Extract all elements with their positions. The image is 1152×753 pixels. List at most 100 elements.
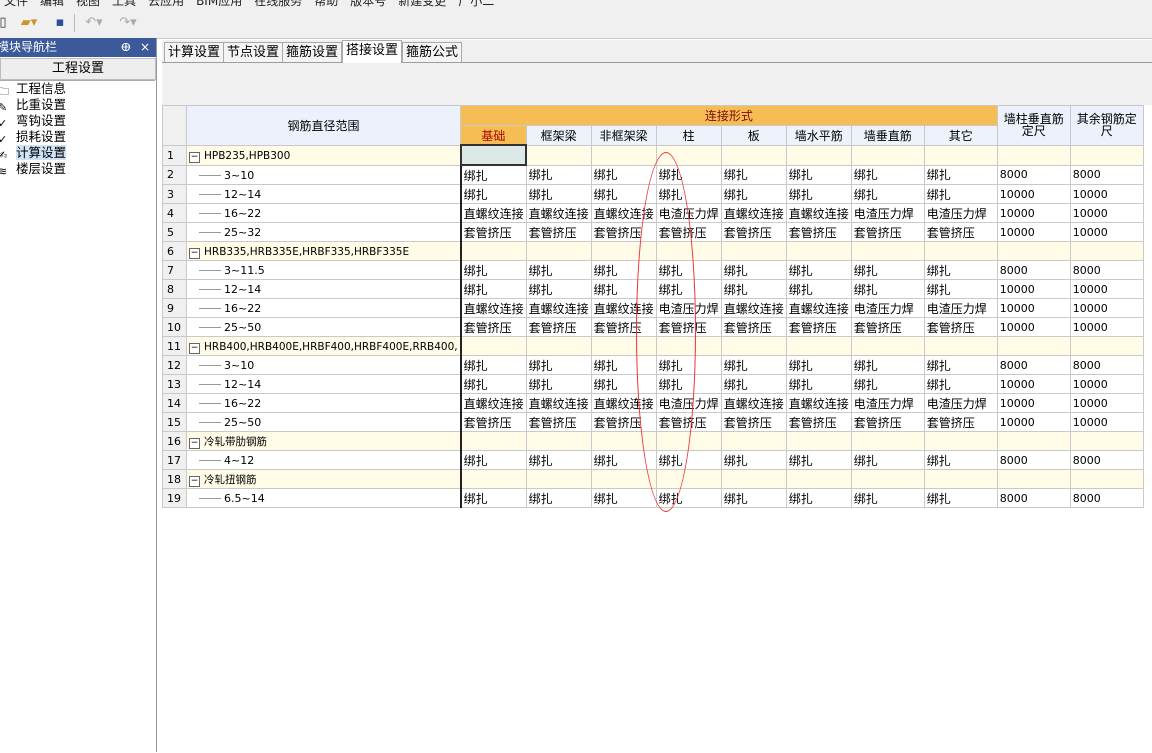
connection-cell[interactable]: 绑扎 bbox=[525, 164, 592, 185]
connection-cell[interactable] bbox=[459, 336, 527, 356]
wall-column-length-cell[interactable] bbox=[996, 469, 1071, 489]
menu-item-1[interactable]: 编辑 bbox=[40, 0, 64, 8]
connection-cell[interactable]: 直螺纹连接 bbox=[525, 298, 592, 318]
nav-item-project-info[interactable]: 🗀 工程信息 bbox=[0, 81, 66, 98]
connection-cell[interactable] bbox=[655, 431, 722, 451]
connection-cell[interactable]: 电渣压力焊 bbox=[655, 203, 722, 223]
connection-cell[interactable] bbox=[720, 144, 787, 166]
group-label-cell[interactable]: − HRB335,HRB335E,HRBF335,HRBF335E bbox=[185, 241, 462, 261]
connection-cell[interactable] bbox=[655, 241, 722, 261]
range-label-cell[interactable]: 25~32 bbox=[185, 222, 462, 242]
connection-cell[interactable]: 绑扎 bbox=[655, 355, 722, 375]
connection-cell[interactable]: 套管挤压 bbox=[850, 412, 925, 432]
connection-cell[interactable]: 绑扎 bbox=[655, 488, 722, 508]
connection-cell[interactable]: 绑扎 bbox=[590, 164, 657, 185]
connection-cell[interactable]: 绑扎 bbox=[655, 374, 722, 394]
connection-cell[interactable]: 套管挤压 bbox=[720, 412, 787, 432]
collapse-icon[interactable]: − bbox=[189, 437, 200, 449]
connection-cell[interactable] bbox=[850, 336, 925, 356]
connection-cell[interactable]: 绑扎 bbox=[720, 355, 787, 375]
connection-cell[interactable] bbox=[850, 144, 925, 166]
connection-cell[interactable] bbox=[785, 431, 852, 451]
connection-cell[interactable]: 直螺纹连接 bbox=[459, 298, 527, 318]
connection-cell[interactable]: 套管挤压 bbox=[655, 317, 722, 337]
other-length-cell[interactable] bbox=[1069, 241, 1144, 261]
range-label-cell[interactable]: 3~10 bbox=[185, 164, 462, 185]
connection-cell[interactable]: 绑扎 bbox=[785, 355, 852, 375]
tab-lap-settings[interactable]: 搭接设置 bbox=[342, 40, 403, 63]
tab-calc-settings[interactable]: 计算设置 bbox=[164, 42, 225, 62]
connection-cell[interactable]: 套管挤压 bbox=[590, 412, 657, 432]
connection-cell[interactable]: 绑扎 bbox=[590, 374, 657, 394]
connection-cell[interactable]: 套管挤压 bbox=[923, 317, 998, 337]
connection-cell[interactable]: 套管挤压 bbox=[655, 222, 722, 242]
connection-cell[interactable]: 绑扎 bbox=[923, 164, 998, 185]
range-label-cell[interactable]: 25~50 bbox=[185, 317, 462, 337]
range-label-cell[interactable]: 12~14 bbox=[185, 279, 462, 299]
connection-cell[interactable]: 套管挤压 bbox=[785, 222, 852, 242]
wall-column-length-cell[interactable] bbox=[996, 431, 1071, 451]
other-length-cell[interactable]: 10000 bbox=[1069, 279, 1144, 299]
connection-cell[interactable] bbox=[590, 144, 657, 166]
connection-cell[interactable]: 绑扎 bbox=[720, 374, 787, 394]
menu-item-7[interactable]: 帮助 bbox=[314, 0, 338, 8]
other-length-cell[interactable] bbox=[1069, 431, 1144, 451]
pin-icon[interactable]: ⴲ bbox=[121, 38, 131, 57]
menu-item-5[interactable]: BIM应用 bbox=[196, 0, 242, 8]
connection-cell[interactable]: 绑扎 bbox=[785, 374, 852, 394]
connection-cell[interactable]: 绑扎 bbox=[923, 488, 998, 508]
connection-cell[interactable] bbox=[720, 469, 787, 489]
connection-cell[interactable]: 绑扎 bbox=[590, 184, 657, 204]
range-label-cell[interactable]: 12~14 bbox=[185, 184, 462, 204]
connection-cell[interactable]: 套管挤压 bbox=[785, 317, 852, 337]
connection-cell[interactable]: 电渣压力焊 bbox=[850, 203, 925, 223]
connection-cell[interactable] bbox=[850, 431, 925, 451]
connection-cell[interactable]: 套管挤压 bbox=[590, 222, 657, 242]
range-label-cell[interactable]: 16~22 bbox=[185, 393, 462, 413]
connection-cell[interactable] bbox=[923, 144, 998, 166]
connection-cell[interactable]: 绑扎 bbox=[850, 488, 925, 508]
other-length-cell[interactable] bbox=[1069, 469, 1144, 489]
connection-cell[interactable]: 绑扎 bbox=[785, 184, 852, 204]
connection-cell[interactable]: 套管挤压 bbox=[459, 317, 527, 337]
connection-cell[interactable] bbox=[923, 241, 998, 261]
connection-cell[interactable]: 绑扎 bbox=[850, 374, 925, 394]
connection-cell[interactable]: 直螺纹连接 bbox=[720, 393, 787, 413]
collapse-icon[interactable]: − bbox=[189, 342, 200, 354]
open-folder-icon[interactable]: ▰▾ bbox=[16, 13, 42, 33]
connection-cell[interactable]: 套管挤压 bbox=[923, 412, 998, 432]
connection-cell[interactable] bbox=[720, 241, 787, 261]
other-length-cell[interactable]: 8000 bbox=[1069, 164, 1144, 185]
connection-cell[interactable]: 绑扎 bbox=[655, 279, 722, 299]
collapse-icon[interactable]: − bbox=[189, 247, 200, 259]
group-label-cell[interactable]: − 冷轧扭钢筋 bbox=[185, 469, 462, 489]
wall-column-length-cell[interactable]: 10000 bbox=[996, 374, 1071, 394]
connection-cell[interactable] bbox=[785, 144, 852, 166]
menu-item-9[interactable]: 新建变更 bbox=[398, 0, 446, 8]
connection-cell[interactable]: 绑扎 bbox=[850, 279, 925, 299]
connection-cell[interactable]: 直螺纹连接 bbox=[785, 203, 852, 223]
connection-cell[interactable]: 绑扎 bbox=[785, 260, 852, 280]
connection-cell[interactable] bbox=[785, 469, 852, 489]
connection-cell[interactable] bbox=[720, 431, 787, 451]
connection-cell[interactable]: 直螺纹连接 bbox=[459, 393, 527, 413]
wall-column-length-cell[interactable]: 8000 bbox=[996, 355, 1071, 375]
nav-item-calc[interactable]: ✍ 计算设置 bbox=[0, 145, 67, 162]
other-length-cell[interactable]: 8000 bbox=[1069, 355, 1144, 375]
connection-cell[interactable]: 绑扎 bbox=[720, 184, 787, 204]
connection-cell[interactable]: 绑扎 bbox=[785, 164, 852, 185]
connection-cell[interactable]: 电渣压力焊 bbox=[655, 393, 722, 413]
group-label-cell[interactable]: − 冷轧带肋钢筋 bbox=[185, 431, 462, 451]
tab-stirrup-formula[interactable]: 箍筋公式 bbox=[402, 42, 463, 62]
connection-cell[interactable]: 直螺纹连接 bbox=[785, 393, 852, 413]
other-length-cell[interactable] bbox=[1069, 336, 1144, 356]
connection-cell[interactable] bbox=[655, 336, 722, 356]
connection-cell[interactable]: 直螺纹连接 bbox=[525, 203, 592, 223]
connection-cell[interactable]: 绑扎 bbox=[459, 260, 527, 280]
connection-cell[interactable]: 套管挤压 bbox=[525, 412, 592, 432]
connection-cell[interactable]: 套管挤压 bbox=[590, 317, 657, 337]
connection-cell[interactable]: 绑扎 bbox=[720, 260, 787, 280]
connection-cell[interactable]: 绑扎 bbox=[923, 260, 998, 280]
connection-cell[interactable]: 绑扎 bbox=[785, 450, 852, 470]
connection-cell[interactable]: 绑扎 bbox=[459, 450, 527, 470]
